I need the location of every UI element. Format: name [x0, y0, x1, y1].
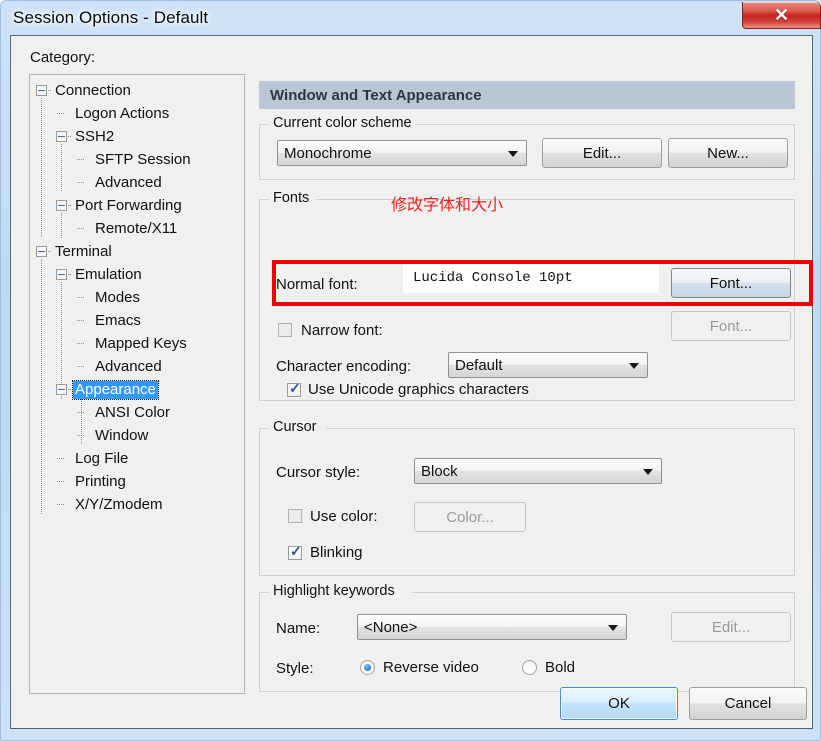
tree-item-x-y-zmodem[interactable]: X/Y/Zmodem — [30, 493, 165, 516]
tree-item-port-forwarding[interactable]: Port Forwarding — [30, 194, 184, 217]
group-fonts-legend: Fonts — [269, 190, 314, 206]
tree-item-advanced[interactable]: Advanced — [30, 355, 164, 378]
tree-item-label: Emulation — [75, 265, 142, 283]
tree-item-logon-actions[interactable]: Logon Actions — [30, 102, 171, 125]
close-button[interactable]: ✕ — [742, 2, 821, 29]
group-color-scheme-legend: Current color scheme — [269, 115, 416, 131]
color-scheme-new-button[interactable]: New... — [668, 138, 788, 168]
tree-item-label: Terminal — [55, 242, 112, 260]
tree-item-label: Log File — [75, 449, 129, 467]
style-reverse-video-label: Reverse video — [383, 659, 479, 676]
group-highlight-keywords-legend: Highlight keywords — [269, 583, 399, 599]
highlight-name-label: Name: — [276, 620, 321, 637]
color-scheme-edit-button[interactable]: Edit... — [542, 138, 662, 168]
tree-item-label: Appearance — [72, 379, 159, 400]
category-tree[interactable]: Connection Logon Actions SSH2 SFTP Session A… — [29, 74, 245, 694]
highlight-name-select[interactable]: <None> — [357, 614, 627, 640]
panel-title: Window and Text Appearance — [270, 86, 482, 104]
normal-font-sample: Lucida Console 10pt — [403, 263, 659, 293]
chevron-down-icon — [643, 469, 653, 475]
tree-item-remote-x11[interactable]: Remote/X11 — [30, 217, 179, 240]
close-icon: ✕ — [773, 5, 790, 25]
normal-font-label: Normal font: — [276, 276, 358, 293]
use-color-checkbox[interactable] — [288, 509, 302, 523]
panel-header: Window and Text Appearance — [259, 81, 795, 109]
title-bar: Session Options - Default ✕ — [1, 1, 821, 35]
normal-font-value: Lucida Console 10pt — [413, 270, 573, 286]
character-encoding-value: Default — [455, 356, 503, 374]
tree-item-mapped-keys[interactable]: Mapped Keys — [30, 332, 189, 355]
group-highlight-keywords: Highlight keywords — [259, 583, 795, 692]
dialog-window: Session Options - Default ✕ Category: Co… — [0, 0, 821, 741]
tree-item-label: Port Forwarding — [75, 196, 182, 214]
cursor-color-button: Color... — [414, 502, 526, 532]
use-unicode-checkbox[interactable]: ✓ — [287, 380, 301, 397]
cursor-style-label: Cursor style: — [276, 464, 361, 481]
tree-item-label: X/Y/Zmodem — [75, 495, 163, 513]
tree-item-advanced[interactable]: Advanced — [30, 171, 164, 194]
tree-item-label: SFTP Session — [95, 150, 191, 168]
normal-font-button[interactable]: Font... — [671, 268, 791, 298]
chevron-down-icon — [508, 151, 518, 157]
highlight-edit-button: Edit... — [671, 612, 791, 642]
tree-item-label: Logon Actions — [75, 104, 170, 122]
character-encoding-label: Character encoding: — [276, 358, 412, 375]
tree-item-label: Connection — [55, 81, 131, 99]
check-icon: ✓ — [289, 380, 301, 396]
dialog-client-area: Category: Connection Logon Actions SSH2 SFT… — [10, 35, 813, 729]
tree-item-emulation[interactable]: Emulation — [30, 263, 144, 286]
tree-item-label: Printing — [75, 472, 126, 490]
tree-item-ssh2[interactable]: SSH2 — [30, 125, 116, 148]
category-label: Category: — [30, 49, 96, 66]
tree-item-label: Mapped Keys — [95, 334, 187, 352]
annotation-text: 修改字体和大小 — [391, 197, 504, 214]
window-title: Session Options - Default — [13, 8, 209, 27]
check-icon: ✓ — [290, 543, 302, 559]
tree-item-label: Advanced — [95, 173, 162, 191]
chevron-down-icon — [608, 625, 618, 631]
tree-item-connection[interactable]: Connection — [30, 79, 133, 102]
tree-item-log-file[interactable]: Log File — [30, 447, 130, 470]
tree-item-window[interactable]: Window — [30, 424, 150, 447]
blinking-label: Blinking — [310, 544, 363, 561]
narrow-font-button: Font... — [671, 311, 791, 341]
character-encoding-select[interactable]: Default — [448, 352, 648, 378]
ok-button[interactable]: OK — [560, 687, 678, 720]
style-bold-radio[interactable] — [522, 660, 537, 675]
use-unicode-label: Use Unicode graphics characters — [308, 381, 529, 398]
tree-item-label: Window — [95, 426, 149, 444]
tree-item-label: Emacs — [95, 311, 141, 329]
color-scheme-value: Monochrome — [284, 144, 372, 162]
tree-item-label: ANSI Color — [95, 403, 171, 421]
narrow-font-label: Narrow font: — [301, 322, 383, 339]
narrow-font-checkbox[interactable] — [278, 323, 292, 337]
blinking-checkbox[interactable]: ✓ — [288, 543, 302, 560]
style-bold-label: Bold — [545, 659, 576, 676]
tree-item-label: Remote/X11 — [95, 219, 178, 237]
tree-item-label: Modes — [95, 288, 141, 306]
tree-item-modes[interactable]: Modes — [30, 286, 142, 309]
tree-item-sftp-session[interactable]: SFTP Session — [30, 148, 193, 171]
tree-item-terminal[interactable]: Terminal — [30, 240, 114, 263]
chevron-down-icon — [629, 363, 639, 369]
highlight-name-value: <None> — [364, 618, 418, 636]
color-scheme-select[interactable]: Monochrome — [277, 140, 527, 166]
group-cursor-legend: Cursor — [269, 419, 321, 435]
style-reverse-video-radio[interactable] — [360, 660, 375, 675]
cancel-button[interactable]: Cancel — [689, 687, 807, 720]
cursor-style-select[interactable]: Block — [414, 458, 662, 484]
tree-item-label: Advanced — [95, 357, 162, 375]
radio-dot-icon — [364, 664, 371, 671]
cursor-style-value: Block — [421, 462, 458, 480]
use-color-label: Use color: — [310, 508, 378, 525]
tree-item-label: SSH2 — [75, 127, 115, 145]
tree-item-emacs[interactable]: Emacs — [30, 309, 143, 332]
tree-item-printing[interactable]: Printing — [30, 470, 128, 493]
highlight-style-label: Style: — [276, 660, 314, 677]
tree-item-appearance[interactable]: Appearance — [30, 378, 159, 401]
tree-item-ansi-color[interactable]: ANSI Color — [30, 401, 172, 424]
